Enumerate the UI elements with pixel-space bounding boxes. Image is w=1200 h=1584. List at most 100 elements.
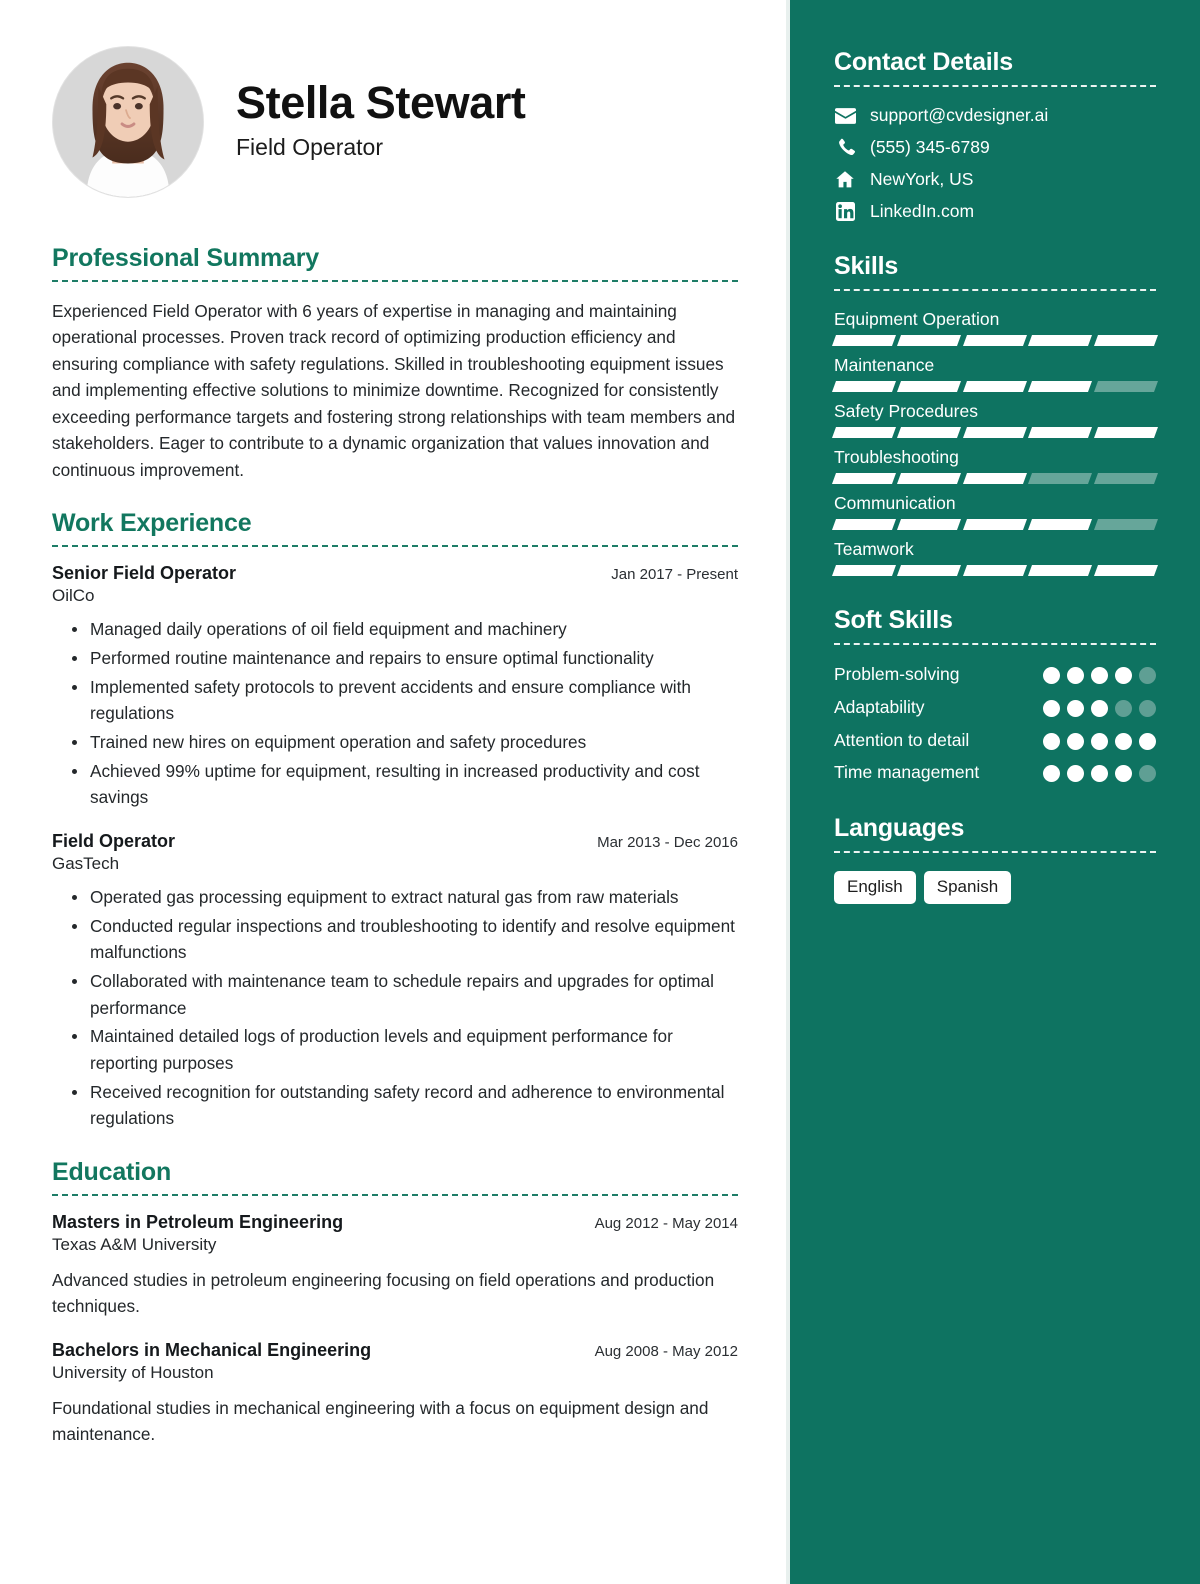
- resume-page: Stella Stewart Field Operator Profession…: [0, 0, 1200, 1584]
- soft-skill-row: Adaptability: [834, 696, 1156, 719]
- skill-row: Troubleshooting: [831, 447, 1159, 484]
- soft-skill-row: Time management: [834, 761, 1156, 784]
- soft-skill-name: Attention to detail: [834, 729, 970, 750]
- skill-segment: [962, 335, 1028, 346]
- degree-title: Masters in Petroleum Engineering: [52, 1211, 344, 1232]
- job-bullet: Conducted regular inspections and troubl…: [52, 913, 738, 966]
- section-professional-summary: Professional Summary Experienced Field O…: [52, 244, 738, 483]
- languages-list: English Spanish: [834, 871, 1156, 905]
- home-icon: [834, 170, 856, 190]
- skill-segment: [1028, 335, 1093, 346]
- soft-skill-rating: [1043, 761, 1156, 783]
- rating-dot: [1067, 667, 1084, 684]
- skill-segment: [962, 473, 1028, 484]
- soft-skill-rating: [1043, 663, 1156, 684]
- skill-segment: [1093, 335, 1159, 346]
- soft-skill-rating: [1043, 696, 1156, 717]
- portrait-photo-icon: [53, 47, 203, 197]
- skill-segment: [831, 335, 897, 346]
- job-bullet: Managed daily operations of oil field eq…: [52, 616, 738, 643]
- degree-description: Advanced studies in petroleum engineerin…: [52, 1269, 715, 1317]
- rating-dot: [1043, 765, 1060, 783]
- skill-row: Safety Procedures: [831, 401, 1159, 438]
- experience-entry-header: Field Operator Mar 2013 - Dec 2016: [52, 831, 738, 852]
- linkedin-icon: [834, 202, 856, 222]
- experience-list: Senior Field Operator Jan 2017 - Present O…: [52, 563, 738, 1132]
- name-block: Stella Stewart Field Operator: [236, 79, 526, 164]
- soft-skill-name: Adaptability: [834, 696, 925, 717]
- skill-row: Communication: [831, 493, 1159, 530]
- skill-level-bar: [831, 565, 1159, 576]
- skill-segment: [897, 427, 962, 438]
- skill-segment: [962, 565, 1028, 576]
- section-contact-details: Contact Details support@cvdesigner.ai (55…: [834, 48, 1156, 222]
- rating-dot: [1115, 732, 1132, 750]
- section-work-experience: Work Experience Senior Field Operator Jan…: [52, 509, 738, 1132]
- skill-row: Equipment Operation: [831, 309, 1159, 346]
- skill-level-bar: [831, 519, 1159, 530]
- section-skills: Skills Equipment Operation Maintenance Saf…: [831, 252, 1159, 576]
- job-date-range: Mar 2013 - Dec 2016: [597, 833, 738, 851]
- resume-header: Stella Stewart Field Operator: [52, 46, 738, 198]
- job-company: GasTech: [52, 853, 120, 873]
- section-heading-summary: Professional Summary: [52, 244, 319, 272]
- soft-skill-name: Time management: [834, 762, 980, 783]
- rating-dot: [1139, 699, 1156, 717]
- skill-segment: [831, 519, 897, 530]
- language-pill: Spanish: [923, 871, 1012, 905]
- education-entry-header: Masters in Petroleum Engineering Aug 2012…: [52, 1212, 738, 1233]
- rating-dot: [1067, 765, 1084, 783]
- skill-level-bar: [831, 381, 1159, 392]
- skill-name: Troubleshooting: [834, 447, 959, 467]
- skill-segment: [1093, 427, 1159, 438]
- job-bullet-list: Managed daily operations of oil field eq…: [52, 616, 738, 811]
- contact-item: NewYork, US: [834, 169, 1156, 190]
- job-bullet: Trained new hires on equipment operation…: [52, 729, 738, 756]
- contact-value[interactable]: (555) 345-6789: [870, 137, 990, 158]
- skill-segment: [897, 473, 962, 484]
- skill-segment: [1028, 381, 1093, 392]
- degree-title: Bachelors in Mechanical Engineering: [52, 1339, 372, 1360]
- sidebar-heading-contact: Contact Details: [834, 48, 1013, 76]
- contact-value[interactable]: LinkedIn.com: [870, 201, 974, 222]
- job-bullet: Collaborated with maintenance team to sc…: [52, 968, 738, 1021]
- contact-item: LinkedIn.com: [834, 201, 1156, 222]
- language-pill: English: [834, 871, 916, 905]
- job-bullet-list: Operated gas processing equipment to ext…: [52, 884, 738, 1132]
- contact-value[interactable]: NewYork, US: [870, 169, 973, 190]
- skill-segment: [1028, 427, 1093, 438]
- rating-dot: [1091, 667, 1108, 684]
- rating-dot: [1043, 732, 1060, 750]
- skill-segment: [1028, 473, 1093, 484]
- skill-segment: [831, 381, 897, 392]
- school-name: University of Houston: [52, 1362, 214, 1382]
- summary-text: Experienced Field Operator with 6 years …: [52, 301, 736, 480]
- contact-item: support@cvdesigner.ai: [834, 105, 1156, 126]
- contact-item: (555) 345-6789: [834, 137, 1156, 158]
- soft-skill-name: Problem-solving: [834, 664, 960, 684]
- skill-segment: [962, 519, 1028, 530]
- skill-row: Maintenance: [831, 355, 1159, 392]
- sidebar-heading-soft-skills: Soft Skills: [834, 606, 953, 634]
- section-divider: [52, 545, 738, 548]
- soft-skill-rating: [1043, 729, 1156, 750]
- sidebar-heading-skills: Skills: [834, 252, 899, 280]
- rating-dot: [1139, 667, 1156, 684]
- section-soft-skills: Soft Skills Problem-solving Adaptability A…: [834, 606, 1156, 784]
- degree-date-range: Aug 2012 - May 2014: [594, 1214, 738, 1232]
- skill-name: Equipment Operation: [834, 309, 1000, 329]
- job-bullet: Performed routine maintenance and repair…: [52, 645, 738, 672]
- contact-value[interactable]: support@cvdesigner.ai: [870, 105, 1048, 126]
- skill-segment: [831, 427, 897, 438]
- job-bullet: Received recognition for outstanding saf…: [52, 1079, 738, 1132]
- education-entry: Masters in Petroleum Engineering Aug 2012…: [52, 1212, 738, 1320]
- sidebar-column: Contact Details support@cvdesigner.ai (55…: [786, 0, 1200, 1584]
- full-name: Stella Stewart: [236, 77, 526, 129]
- education-entry-header: Bachelors in Mechanical Engineering Aug 2…: [52, 1340, 738, 1361]
- skill-segment: [1093, 565, 1159, 576]
- experience-entry-header: Senior Field Operator Jan 2017 - Present: [52, 563, 738, 584]
- rating-dot: [1067, 732, 1084, 750]
- rating-dot: [1043, 667, 1060, 684]
- contact-list: support@cvdesigner.ai (555) 345-6789 NewYo…: [834, 105, 1156, 222]
- soft-skill-row: Problem-solving: [834, 663, 1156, 686]
